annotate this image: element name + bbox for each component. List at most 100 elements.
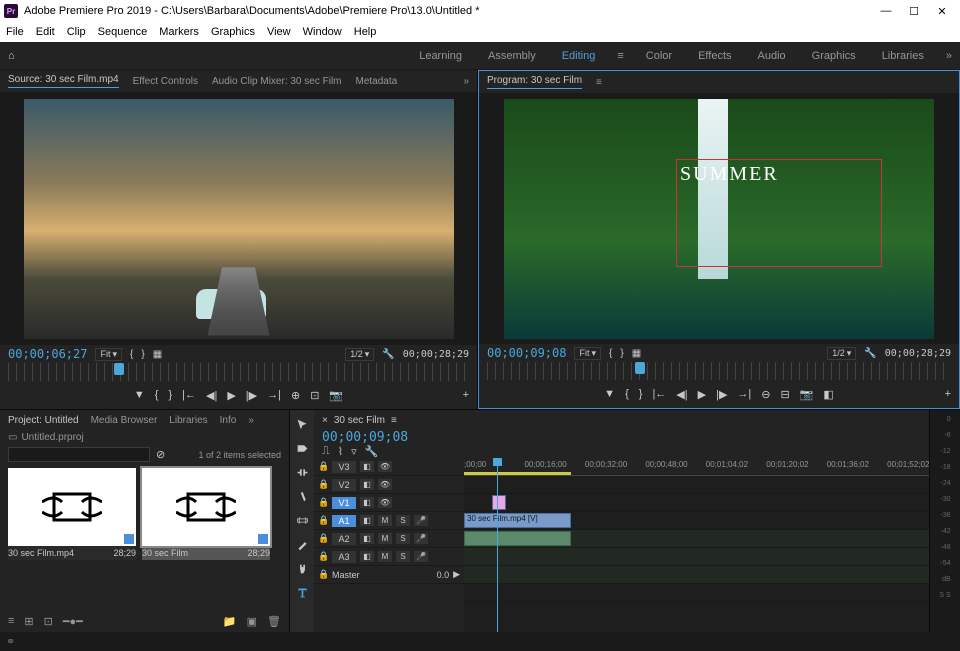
tab-overflow-icon[interactable]: » [463, 76, 469, 87]
ripple-edit-tool-icon[interactable] [294, 464, 310, 480]
icon-view-icon[interactable]: ⊞ [24, 615, 33, 628]
tab-source[interactable]: Source: 30 sec Film.mp4 [8, 74, 119, 88]
program-monitor-view[interactable]: SUMMER [479, 93, 959, 344]
track-v3-header[interactable]: 🔒V3◧👁 [314, 458, 464, 476]
step-fwd-icon[interactable]: |▶ [246, 389, 257, 402]
clip-item[interactable]: 30 sec Film.mp428;29 [8, 468, 136, 606]
marker-add-icon[interactable]: ▿ [351, 445, 357, 458]
clip-thumbnail[interactable] [142, 468, 270, 546]
timeline-playhead[interactable] [497, 458, 498, 632]
extract-icon[interactable]: ⊟ [781, 388, 790, 401]
ws-libraries[interactable]: Libraries [878, 48, 928, 64]
minimize-button[interactable]: — [872, 5, 900, 17]
title-text-overlay[interactable]: SUMMER [676, 159, 783, 190]
list-view-icon[interactable]: ≡ [8, 615, 14, 627]
insert-icon[interactable]: ⊕ [291, 389, 300, 402]
zoom-slider[interactable]: ━●━ [63, 615, 83, 628]
menu-view[interactable]: View [267, 26, 291, 38]
ws-effects[interactable]: Effects [694, 48, 735, 64]
tab-info[interactable]: Info [220, 415, 237, 426]
program-in-timecode[interactable]: 00;00;09;08 [487, 346, 566, 360]
overwrite-icon[interactable]: ⊡ [310, 389, 319, 402]
menu-window[interactable]: Window [303, 26, 342, 38]
lift-icon[interactable]: ⊖ [761, 388, 770, 401]
play-icon[interactable]: ▶ [698, 388, 706, 401]
new-item-icon[interactable]: ▣ [247, 615, 257, 628]
step-back-icon[interactable]: ◀| [676, 388, 687, 401]
step-fwd-icon[interactable]: |▶ [716, 388, 727, 401]
tab-project[interactable]: Project: Untitled [8, 415, 79, 426]
menu-clip[interactable]: Clip [67, 26, 86, 38]
menu-markers[interactable]: Markers [159, 26, 199, 38]
program-scrubber[interactable] [487, 362, 951, 380]
menu-graphics[interactable]: Graphics [211, 26, 255, 38]
freeform-view-icon[interactable]: ⊡ [44, 615, 53, 628]
linked-selection-icon[interactable]: ⌇ [338, 445, 343, 458]
settings-icon[interactable]: 🔧 [365, 445, 379, 458]
out-point-icon[interactable]: } [168, 389, 172, 401]
source-monitor-view[interactable] [0, 92, 477, 345]
track-v2-header[interactable]: 🔒V2◧👁 [314, 476, 464, 494]
new-bin-icon[interactable]: 📁 [223, 615, 237, 628]
goto-in-icon[interactable]: |← [652, 388, 666, 400]
ws-color[interactable]: Color [642, 48, 676, 64]
track-a2-header[interactable]: 🔒A2◧MS🎤 [314, 530, 464, 548]
hand-tool-icon[interactable] [294, 560, 310, 576]
tab-media-browser[interactable]: Media Browser [91, 415, 158, 426]
grid-icon[interactable]: ▦ [632, 348, 641, 359]
export-frame-icon[interactable]: 📷 [800, 388, 814, 401]
audio-clip[interactable] [464, 531, 571, 546]
ws-learning[interactable]: Learning [415, 48, 466, 64]
tab-program[interactable]: Program: 30 sec Film [487, 75, 582, 89]
ws-audio[interactable]: Audio [754, 48, 790, 64]
bracket-out-icon[interactable]: } [620, 348, 623, 359]
play-icon[interactable]: ▶ [227, 389, 235, 402]
video-clip[interactable]: 30 sec Film.mp4 [V] [464, 513, 571, 528]
tab-overflow-icon[interactable]: » [248, 415, 254, 426]
menu-file[interactable]: File [6, 26, 24, 38]
timeline-tab[interactable]: 30 sec Film [334, 415, 385, 426]
tab-effect-controls[interactable]: Effect Controls [133, 76, 198, 87]
trash-icon[interactable]: 🗑 [267, 615, 281, 628]
tab-audio-mixer[interactable]: Audio Clip Mixer: 30 sec Film [212, 76, 341, 87]
menu-sequence[interactable]: Sequence [98, 26, 148, 38]
timeline-ruler[interactable]: ;00;00 00;00;16;00 00;00;32;00 00;00;48;… [464, 458, 929, 476]
grid-icon[interactable]: ▦ [153, 349, 162, 360]
in-point-icon[interactable]: { [625, 388, 629, 400]
export-frame-icon[interactable]: 📷 [329, 389, 343, 402]
timeline-timecode[interactable]: 00;00;09;08 [322, 430, 408, 445]
ws-graphics[interactable]: Graphics [808, 48, 860, 64]
ws-assembly[interactable]: Assembly [484, 48, 540, 64]
selection-tool-icon[interactable] [294, 416, 310, 432]
close-button[interactable]: ✕ [928, 5, 956, 18]
clip-thumbnail[interactable] [8, 468, 136, 546]
search-clear-icon[interactable]: ⊘ [156, 448, 165, 461]
track-v1-header[interactable]: 🔒V1◧👁 [314, 494, 464, 512]
track-select-tool-icon[interactable] [294, 440, 310, 456]
compare-icon[interactable]: ◧ [823, 388, 833, 401]
menu-edit[interactable]: Edit [36, 26, 55, 38]
ws-overflow-icon[interactable]: » [946, 50, 952, 62]
tab-metadata[interactable]: Metadata [356, 76, 398, 87]
marker-icon[interactable]: ▼ [134, 389, 145, 401]
marker-icon[interactable]: ▼ [604, 388, 615, 400]
project-search-input[interactable] [8, 447, 150, 462]
button-editor-icon[interactable]: + [463, 389, 469, 401]
program-zoom-fit[interactable]: Fit▾ [574, 347, 601, 360]
out-point-icon[interactable]: } [639, 388, 643, 400]
menu-help[interactable]: Help [354, 26, 377, 38]
wrench-icon[interactable]: 🔧 [382, 349, 394, 360]
timeline-tracks-area[interactable]: ;00;00 00;00;16;00 00;00;32;00 00;00;48;… [464, 458, 929, 632]
pen-tool-icon[interactable] [294, 536, 310, 552]
ws-editing[interactable]: Editing [558, 48, 600, 64]
source-resolution[interactable]: 1/2▾ [345, 348, 374, 361]
clip-item[interactable]: 30 sec Film28;29 [142, 468, 270, 606]
project-bins[interactable]: 30 sec Film.mp428;29 30 sec Film28;29 [0, 464, 289, 610]
track-a1-header[interactable]: 🔒A1◧MS🎤 [314, 512, 464, 530]
program-resolution[interactable]: 1/2▾ [827, 347, 856, 360]
maximize-button[interactable]: ☐ [900, 5, 928, 18]
home-icon[interactable]: ⌂ [8, 50, 15, 62]
snap-icon[interactable]: ⎍ [322, 445, 330, 458]
track-a3-header[interactable]: 🔒A3◧MS🎤 [314, 548, 464, 566]
slip-tool-icon[interactable] [294, 512, 310, 528]
